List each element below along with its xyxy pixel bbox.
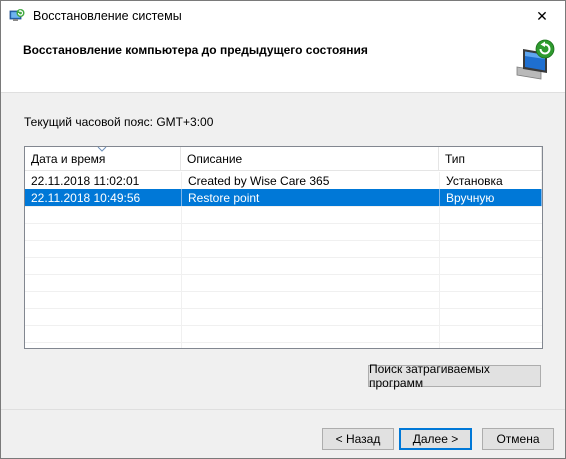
sort-descending-icon	[97, 147, 107, 152]
column-label-description: Описание	[187, 151, 243, 166]
system-restore-icon	[9, 8, 25, 24]
title-bar[interactable]: Восстановление системы ✕	[1, 1, 565, 32]
grid-line	[25, 342, 542, 343]
back-button[interactable]: < Назад	[322, 428, 394, 450]
grid-line	[25, 274, 542, 275]
grid-line	[25, 325, 542, 326]
page-title: Восстановление компьютера до предыдущего…	[23, 43, 368, 57]
table-row-selected[interactable]: 22.11.2018 10:49:56 Restore point Вручну…	[25, 189, 542, 206]
column-header-description[interactable]: Описание	[181, 147, 439, 170]
header-divider	[1, 92, 565, 93]
cell-type: Установка	[440, 172, 542, 189]
table-row[interactable]: 22.11.2018 11:02:01 Created by Wise Care…	[25, 172, 542, 189]
cancel-button[interactable]: Отмена	[482, 428, 554, 450]
column-header-date[interactable]: Дата и время	[25, 147, 181, 170]
footer-divider	[1, 409, 565, 410]
system-restore-window: Восстановление системы ✕ Восстановление …	[0, 0, 566, 459]
timezone-label: Текущий часовой пояс: GMT+3:00	[24, 115, 214, 129]
window-title: Восстановление системы	[33, 9, 182, 23]
grid-column-line	[542, 206, 543, 349]
cell-type: Вручную	[440, 189, 542, 206]
grid-line	[25, 240, 542, 241]
list-header: Дата и время Описание Тип	[25, 147, 542, 171]
cell-date: 22.11.2018 11:02:01	[25, 172, 182, 189]
column-label-date: Дата и время	[31, 151, 106, 166]
cell-description: Restore point	[182, 189, 440, 206]
cell-description: Created by Wise Care 365	[182, 172, 440, 189]
close-button[interactable]: ✕	[519, 1, 565, 32]
grid-column-line	[181, 206, 182, 348]
grid-line	[25, 223, 542, 224]
column-label-type: Тип	[445, 151, 466, 166]
cell-date: 22.11.2018 10:49:56	[25, 189, 182, 206]
grid-line	[25, 257, 542, 258]
system-restore-monitor-icon	[511, 37, 559, 85]
close-icon: ✕	[536, 8, 548, 24]
grid-column-line	[439, 206, 440, 348]
grid-line	[25, 291, 542, 292]
next-button[interactable]: Далее >	[399, 428, 472, 450]
grid-line	[25, 308, 542, 309]
restore-points-list[interactable]: Дата и время Описание Тип 22.11.2018 11:…	[24, 146, 543, 349]
wizard-header: Восстановление компьютера до предыдущего…	[1, 32, 565, 92]
find-affected-programs-button[interactable]: Поиск затрагиваемых программ	[368, 362, 541, 390]
grid-line	[25, 206, 542, 207]
column-header-type[interactable]: Тип	[439, 147, 542, 170]
